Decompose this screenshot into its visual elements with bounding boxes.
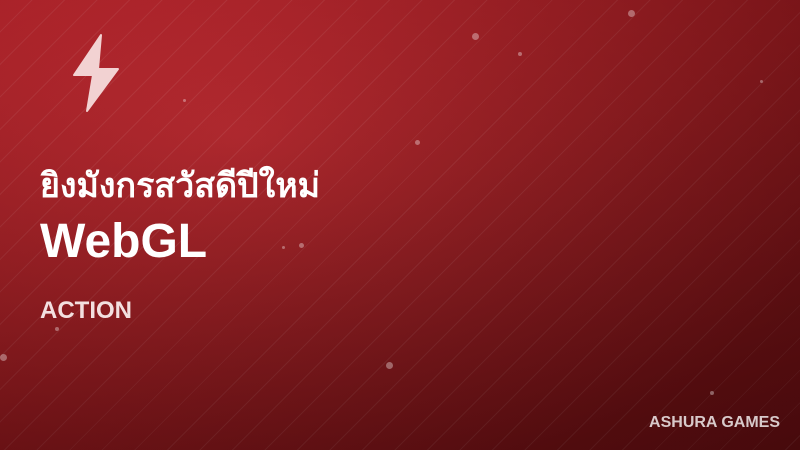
game-genre-label: ACTION (40, 297, 132, 324)
particle-dot (628, 10, 635, 17)
publisher-brand: ASHURA GAMES (649, 414, 780, 431)
particle-dot (710, 391, 714, 395)
game-title-thai: ยิงมังกรสวัสดีปีใหม่ (40, 166, 321, 206)
particle-dot (415, 140, 420, 145)
particle-dot (299, 243, 304, 248)
particle-dot (183, 99, 186, 102)
particle-dot (472, 33, 479, 40)
particle-dot (760, 80, 763, 83)
particle-dot (55, 327, 59, 331)
particle-dot (518, 52, 522, 56)
particle-dot (282, 246, 285, 249)
particle-dot (386, 362, 393, 369)
particle-dot (0, 354, 7, 361)
game-banner[interactable]: ยิงมังกรสวัสดีปีใหม่ WebGL ACTION ASHURA… (0, 0, 800, 450)
game-platform-title: WebGL (40, 215, 208, 268)
lightning-bolt-icon (73, 34, 119, 112)
